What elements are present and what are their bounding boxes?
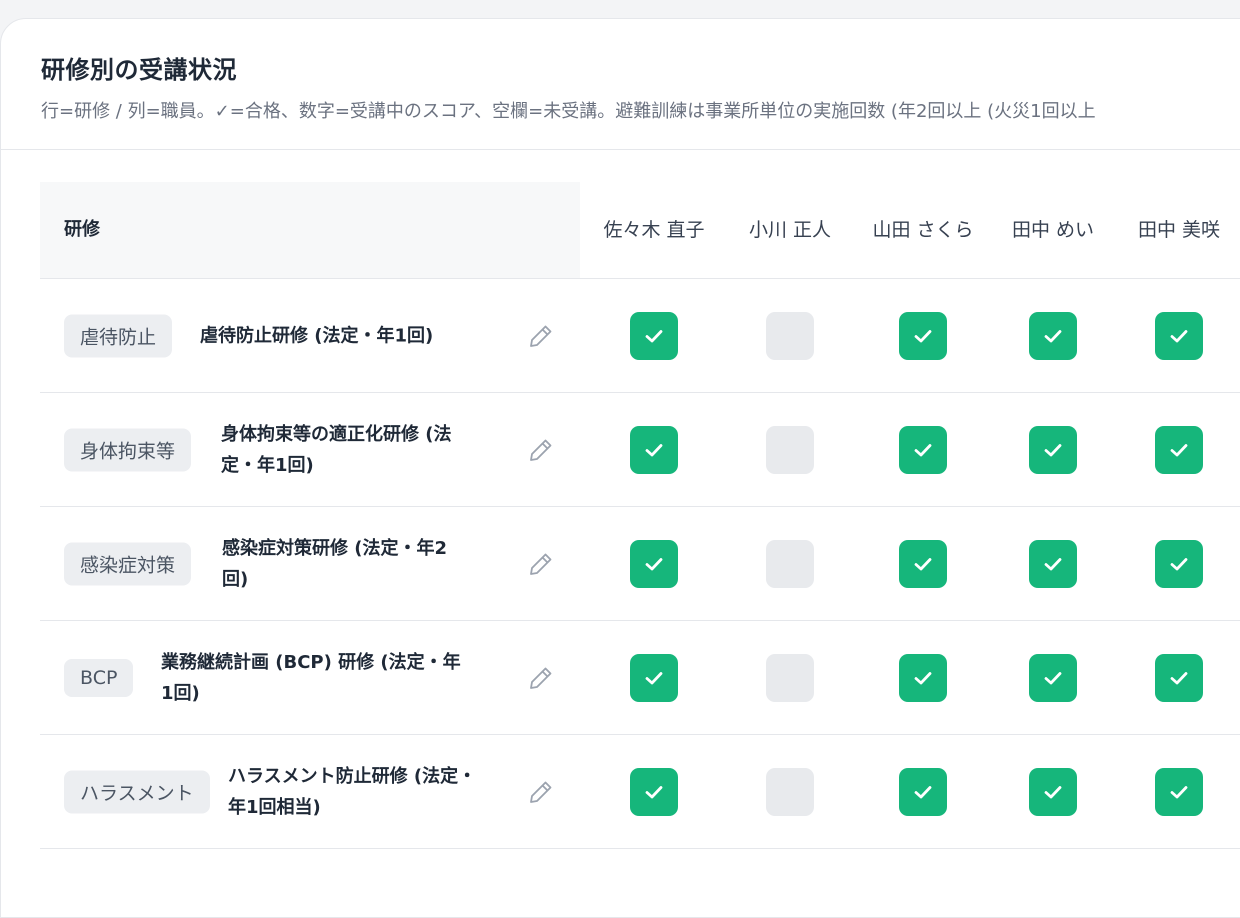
table-row: 身体拘束等 身体拘束等の適正化研修 (法 定・年1回) [40,393,1240,507]
pencil-icon[interactable] [527,436,555,464]
table-row: 感染症対策 感染症対策研修 (法定・年2 回) [40,507,1240,621]
course-column-header: 研修 [40,182,580,278]
course-name-line: 虐待防止研修 (法定・年1回) [200,325,434,346]
table-header-row: 研修 佐々木 直子 小川 正人 山田 さくら 田中 めい 田中 美咲 [40,182,1240,279]
status-cell-passed[interactable] [899,653,947,702]
course-name-line: 年1回相当) [228,796,321,818]
course-name-line: ハラスメント防止研修 (法定・ [228,765,477,787]
status-cell-empty[interactable] [766,425,814,474]
status-cell-passed[interactable] [1155,653,1203,702]
status-cell-empty[interactable] [766,539,814,588]
status-cell-passed[interactable] [1029,653,1077,702]
course-name: 虐待防止研修 (法定・年1回) [200,320,433,351]
status-cell-passed[interactable] [630,311,678,360]
staff-column-header: 山田 さくら [872,219,974,241]
status-cell-passed[interactable] [1029,425,1077,474]
course-name-line: 定・年1回) [221,454,314,476]
status-cell-passed[interactable] [899,767,947,816]
status-cell-passed[interactable] [899,539,947,588]
course-name-line: 身体拘束等の適正化研修 (法 [221,423,452,445]
staff-column-header: 小川 正人 [748,219,832,241]
status-cell-passed[interactable] [899,425,947,474]
course-name: ハラスメント防止研修 (法定・ 年1回相当) [228,761,476,823]
table-row: ハラスメント ハラスメント防止研修 (法定・ 年1回相当) [40,735,1240,849]
table-row: BCP 業務継続計画 (BCP) 研修 (法定・年 1回) [40,621,1240,735]
section-title: 研修別の受講状況 [41,56,237,84]
status-cell-passed[interactable] [1155,425,1203,474]
status-cell-passed[interactable] [1155,539,1203,588]
course-name: 業務継続計画 (BCP) 研修 (法定・年 1回) [161,647,461,709]
category-tag: 身体拘束等 [64,428,192,471]
training-matrix-table: 研修 佐々木 直子 小川 正人 山田 さくら 田中 めい 田中 美咲 虐待防止 虐待防止研… [40,182,1240,849]
status-cell-empty[interactable] [766,311,814,360]
status-cell-passed[interactable] [630,767,678,816]
category-tag: ハラスメント [64,770,210,813]
status-cell-empty[interactable] [766,653,814,702]
staff-column-header: 佐々木 直子 [603,219,705,241]
section-subtitle: 行=研修 / 列=職員。✓=合格、数字=受講中のスコア、空欄=未受講。避難訓練は… [41,101,1096,122]
status-cell-passed[interactable] [1029,767,1077,816]
table-row: 虐待防止 虐待防止研修 (法定・年1回) [40,279,1240,393]
course-name: 身体拘束等の適正化研修 (法 定・年1回) [221,419,452,481]
status-cell-passed[interactable] [630,539,678,588]
pencil-icon[interactable] [527,778,555,806]
status-cell-passed[interactable] [630,425,678,474]
course-name-line: 回) [222,568,249,590]
card-header: 研修別の受講状況 行=研修 / 列=職員。✓=合格、数字=受講中のスコア、空欄=… [1,19,1240,150]
category-tag: 感染症対策 [64,542,192,585]
staff-column-header: 田中 めい [1011,219,1095,241]
status-cell-passed[interactable] [1029,311,1077,360]
status-cell-passed[interactable] [1155,311,1203,360]
course-name-line: 業務継続計画 (BCP) 研修 (法定・年 [161,651,461,673]
course-name: 感染症対策研修 (法定・年2 回) [222,533,447,595]
table-body: 虐待防止 虐待防止研修 (法定・年1回) 身体拘束等 身体拘束等の適正化研修 (法 定・… [40,279,1240,849]
course-name-line: 1回) [161,682,200,704]
pencil-icon[interactable] [527,322,555,350]
pencil-icon[interactable] [527,664,555,692]
status-cell-passed[interactable] [899,311,947,360]
category-tag: 虐待防止 [64,314,173,357]
category-tag: BCP [64,658,134,697]
course-name-line: 感染症対策研修 (法定・年2 [222,537,448,559]
pencil-icon[interactable] [527,550,555,578]
status-cell-passed[interactable] [1155,767,1203,816]
status-cell-empty[interactable] [766,767,814,816]
staff-column-header: 田中 美咲 [1137,219,1221,241]
status-cell-passed[interactable] [630,653,678,702]
status-cell-passed[interactable] [1029,539,1077,588]
